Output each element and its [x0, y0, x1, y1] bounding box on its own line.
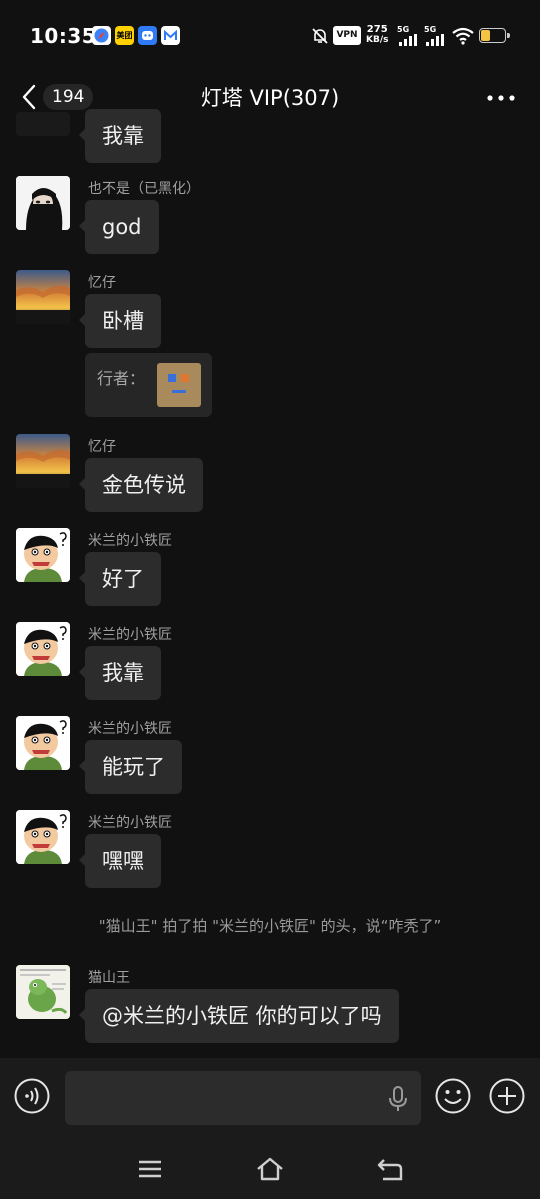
menu-icon[interactable]	[135, 1154, 165, 1184]
avatar[interactable]	[16, 434, 70, 488]
avatar[interactable]	[16, 270, 70, 324]
meituan-app-icon: 美团	[115, 26, 134, 45]
sender-name: 米兰的小铁匠	[88, 627, 172, 643]
robot-app-icon	[138, 26, 157, 45]
avatar[interactable]	[16, 176, 70, 230]
wifi-icon	[452, 27, 474, 45]
system-notice: "猫山王" 拍了拍 "米兰的小铁匠" 的头，说“咋秃了”	[98, 917, 442, 935]
plus-icon[interactable]	[489, 1078, 525, 1114]
speed-value: 275	[366, 24, 388, 35]
microphone-icon[interactable]	[387, 1085, 409, 1113]
home-icon[interactable]	[255, 1154, 285, 1184]
battery-icon	[479, 28, 510, 43]
mail-app-icon	[161, 26, 180, 45]
message-bubble[interactable]: 我靠	[79, 109, 161, 163]
chat-title: 灯塔 VIP(307)	[200, 86, 340, 110]
system-nav-bar	[0, 1138, 540, 1199]
message-bubble[interactable]: 我靠	[79, 646, 161, 700]
quote-label: 行者：	[97, 369, 146, 388]
sender-name: 忆仔	[88, 275, 116, 291]
sender-name: 米兰的小铁匠	[88, 815, 172, 831]
message-bubble[interactable]: @米兰的小铁匠 你的可以了吗	[79, 989, 399, 1043]
network-speed: 275 KB/s	[366, 24, 389, 46]
mute-bell-icon	[312, 28, 328, 44]
clock: 10:35	[30, 24, 97, 48]
signal-icon-2	[426, 34, 444, 46]
status-bar: 10:35 美团 VPN 275 KB/s 5G 5G	[0, 0, 540, 72]
sender-name: 米兰的小铁匠	[88, 533, 172, 549]
message-bubble[interactable]: god	[79, 200, 159, 254]
chat-header: 194 灯塔 VIP(307)	[0, 72, 540, 122]
more-options-icon[interactable]	[486, 94, 516, 102]
quote-thumbnail	[157, 363, 201, 407]
avatar[interactable]	[16, 965, 70, 1019]
avatar[interactable]	[16, 112, 70, 136]
avatar[interactable]	[16, 528, 70, 582]
network-type-2: 5G	[424, 25, 437, 34]
emoji-icon[interactable]	[435, 1078, 471, 1114]
quote-card[interactable]: 行者：	[85, 353, 212, 417]
avatar[interactable]	[16, 810, 70, 864]
vpn-indicator: VPN	[333, 26, 361, 45]
sender-name: 忆仔	[88, 439, 116, 455]
avatar[interactable]	[16, 622, 70, 676]
message-input[interactable]	[65, 1071, 421, 1125]
avatar[interactable]	[16, 716, 70, 770]
sender-name: 也不是（已黑化）	[88, 181, 200, 197]
message-bubble[interactable]: 金色传说	[79, 458, 203, 512]
back-icon[interactable]	[375, 1154, 405, 1184]
signal-icon	[399, 34, 417, 46]
network-type-1: 5G	[397, 25, 410, 34]
sender-name: 米兰的小铁匠	[88, 721, 172, 737]
compass-app-icon	[92, 26, 111, 45]
message-bubble[interactable]: 好了	[79, 552, 161, 606]
message-bubble[interactable]: 嘿嘿	[79, 834, 161, 888]
message-bubble[interactable]: 卧槽	[79, 294, 161, 348]
chat-input-bar	[0, 1058, 540, 1138]
voice-icon[interactable]	[14, 1078, 50, 1114]
sender-name: 猫山王	[88, 970, 130, 986]
message-bubble[interactable]: 能玩了	[79, 740, 182, 794]
speed-unit: KB/s	[366, 35, 389, 45]
